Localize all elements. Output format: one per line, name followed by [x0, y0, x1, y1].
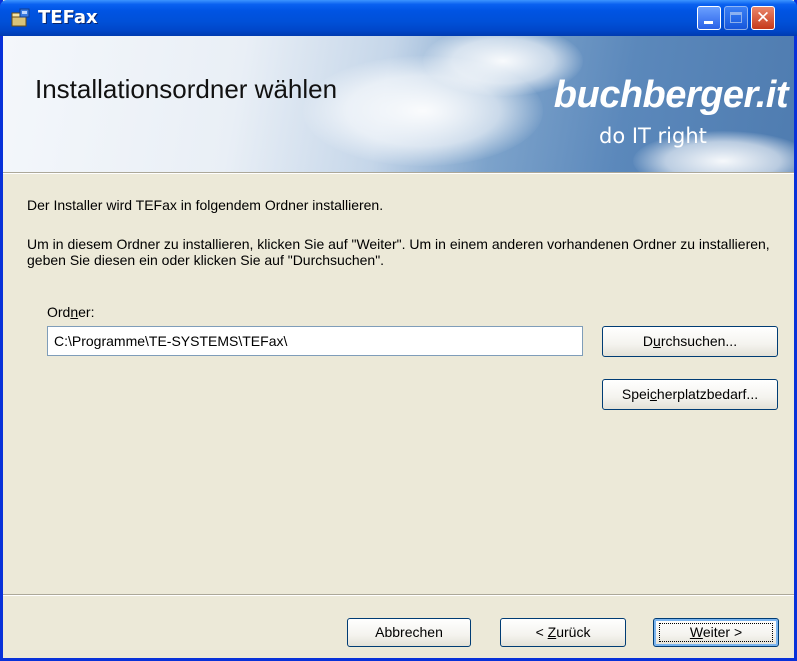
installer-package-icon — [9, 8, 31, 28]
minimize-icon — [704, 21, 713, 24]
focus-rectangle — [659, 623, 773, 642]
brand-logo: buchberger.it — [553, 74, 789, 116]
back-button[interactable]: < Zurück — [500, 618, 626, 647]
installer-window: TEFax ✕ Installationsordner wählen buchb… — [0, 0, 797, 661]
intro-text: Der Installer wird TEFax in folgendem Or… — [27, 197, 384, 213]
header-banner: Installationsordner wählen buchberger.it… — [3, 36, 794, 172]
disk-space-button[interactable]: Speicherplatzbedarf... — [602, 379, 778, 410]
browse-button[interactable]: Durchsuchen... — [602, 326, 778, 357]
brand-tagline: do IT right — [599, 124, 707, 148]
minimize-button[interactable] — [697, 6, 721, 30]
footer-divider — [3, 594, 794, 596]
title-bar[interactable]: TEFax ✕ — [0, 0, 797, 36]
maximize-icon — [730, 12, 742, 23]
instruction-text: Um in diesem Ordner zu installieren, kli… — [27, 236, 770, 268]
close-icon: ✕ — [755, 8, 771, 28]
maximize-button[interactable] — [724, 6, 748, 30]
folder-label: Ordner: — [47, 304, 95, 320]
close-button[interactable]: ✕ — [751, 6, 775, 30]
next-button[interactable]: Weiter > — [653, 618, 779, 647]
cancel-button[interactable]: Abbrechen — [347, 618, 471, 647]
window-title: TEFax — [38, 7, 98, 28]
header-divider — [3, 172, 794, 174]
folder-path-input[interactable] — [47, 326, 583, 356]
page-title: Installationsordner wählen — [35, 74, 338, 104]
